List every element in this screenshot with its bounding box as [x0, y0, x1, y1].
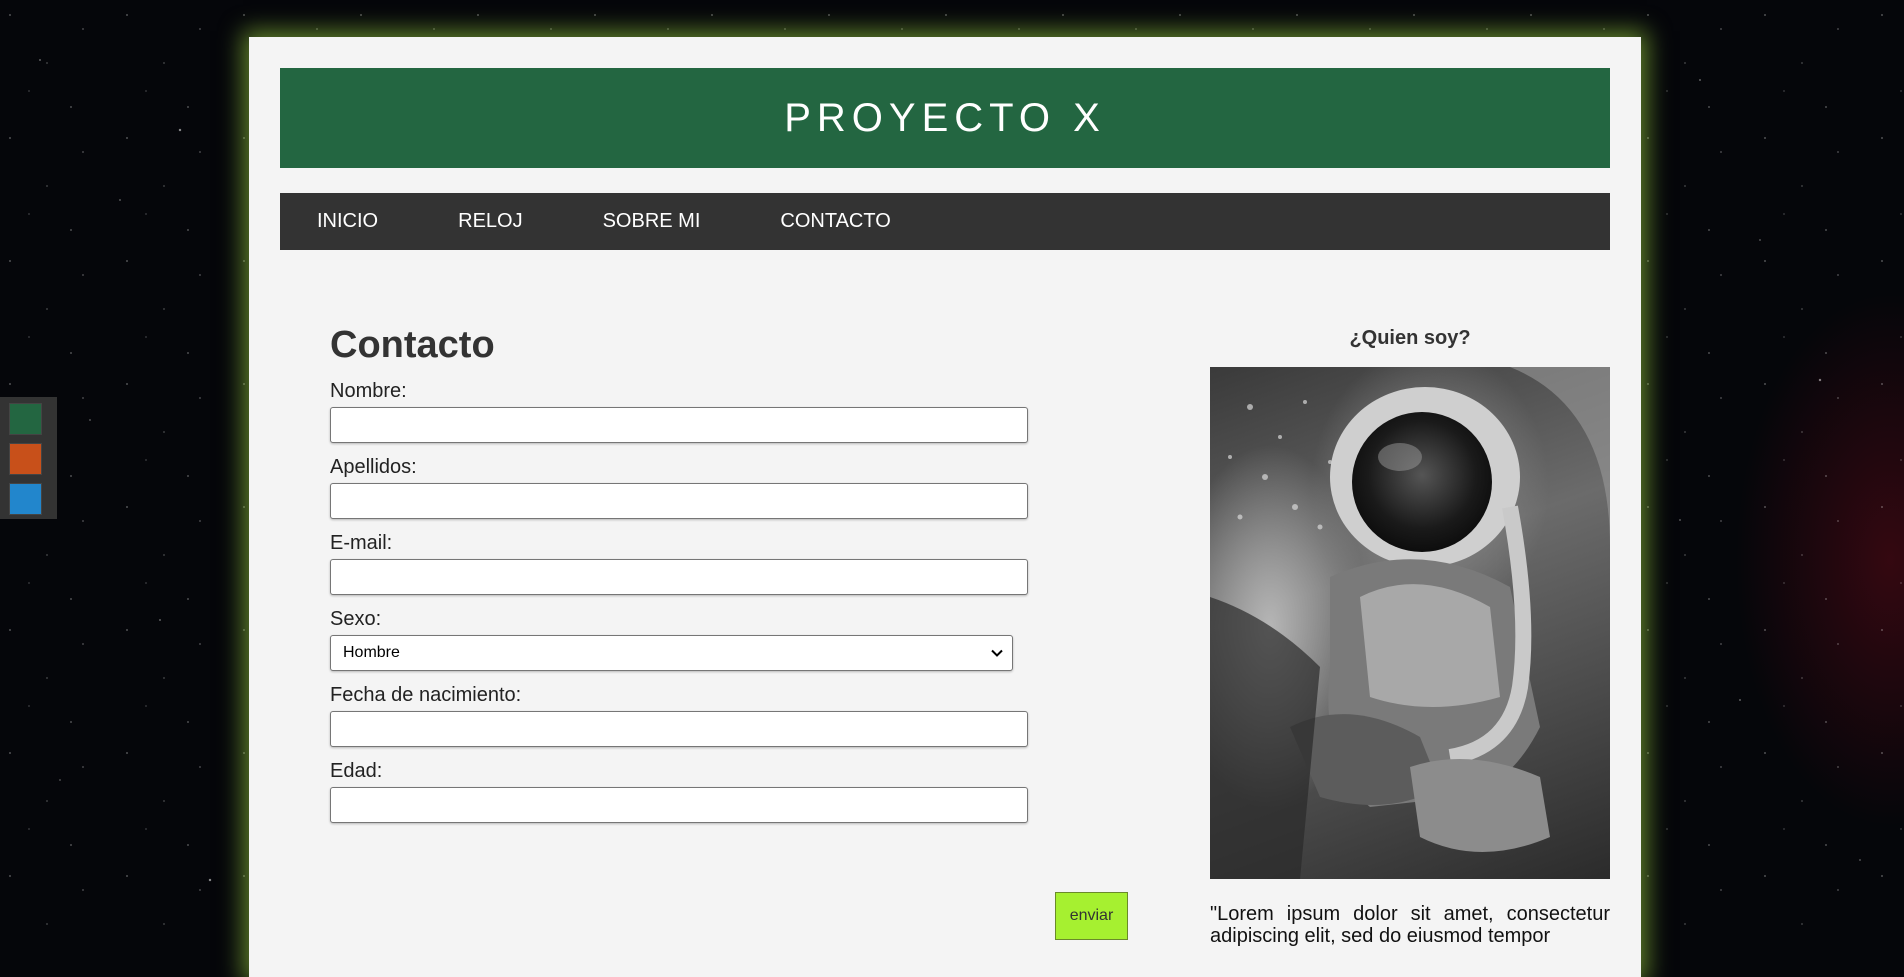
- page-title: Contacto: [330, 324, 495, 366]
- site-header: PROYECTO X: [280, 68, 1610, 168]
- astronaut-illustration: [1210, 367, 1610, 879]
- nombre-input[interactable]: [330, 407, 1028, 443]
- contact-form: Contacto Nombre: Apellidos: E-mail: Sexo…: [330, 322, 1128, 940]
- sexo-label: Sexo:: [330, 608, 382, 630]
- theme-swatch-green[interactable]: [9, 403, 42, 435]
- about-sidebar: ¿Quien soy? "Lorem ipsum dolor sit amet,…: [1210, 327, 1610, 947]
- main-nav: INICIO RELOJ SOBRE MI CONTACTO: [280, 193, 1610, 250]
- astronaut-photo: [1210, 367, 1610, 879]
- apellidos-input[interactable]: [330, 483, 1028, 519]
- sexo-select[interactable]: Hombre: [330, 635, 1013, 671]
- apellidos-label: Apellidos:: [330, 456, 417, 478]
- nav-item-sobre-mi[interactable]: SOBRE MI: [603, 210, 701, 233]
- fecha-nacimiento-label: Fecha de nacimiento:: [330, 684, 522, 706]
- email-input[interactable]: [330, 559, 1028, 595]
- sidebar-text: "Lorem ipsum dolor sit amet, consectetur…: [1210, 903, 1610, 947]
- nav-item-inicio[interactable]: INICIO: [317, 210, 378, 233]
- edad-input[interactable]: [330, 787, 1028, 823]
- fecha-nacimiento-input[interactable]: [330, 711, 1028, 747]
- theme-switcher: [0, 397, 57, 519]
- nav-item-contacto[interactable]: CONTACTO: [780, 210, 890, 233]
- email-label: E-mail:: [330, 532, 393, 554]
- sidebar-heading: ¿Quien soy?: [1349, 327, 1471, 349]
- nombre-label: Nombre:: [330, 380, 407, 402]
- chevron-down-icon: [991, 649, 1003, 657]
- nav-item-reloj[interactable]: RELOJ: [458, 210, 522, 233]
- page-container: PROYECTO X INICIO RELOJ SOBRE MI CONTACT…: [249, 37, 1641, 977]
- theme-swatch-orange[interactable]: [9, 443, 42, 475]
- theme-swatch-blue[interactable]: [9, 483, 42, 515]
- enviar-button[interactable]: enviar: [1055, 892, 1128, 940]
- sexo-selected-value: Hombre: [343, 644, 400, 661]
- edad-label: Edad:: [330, 760, 383, 782]
